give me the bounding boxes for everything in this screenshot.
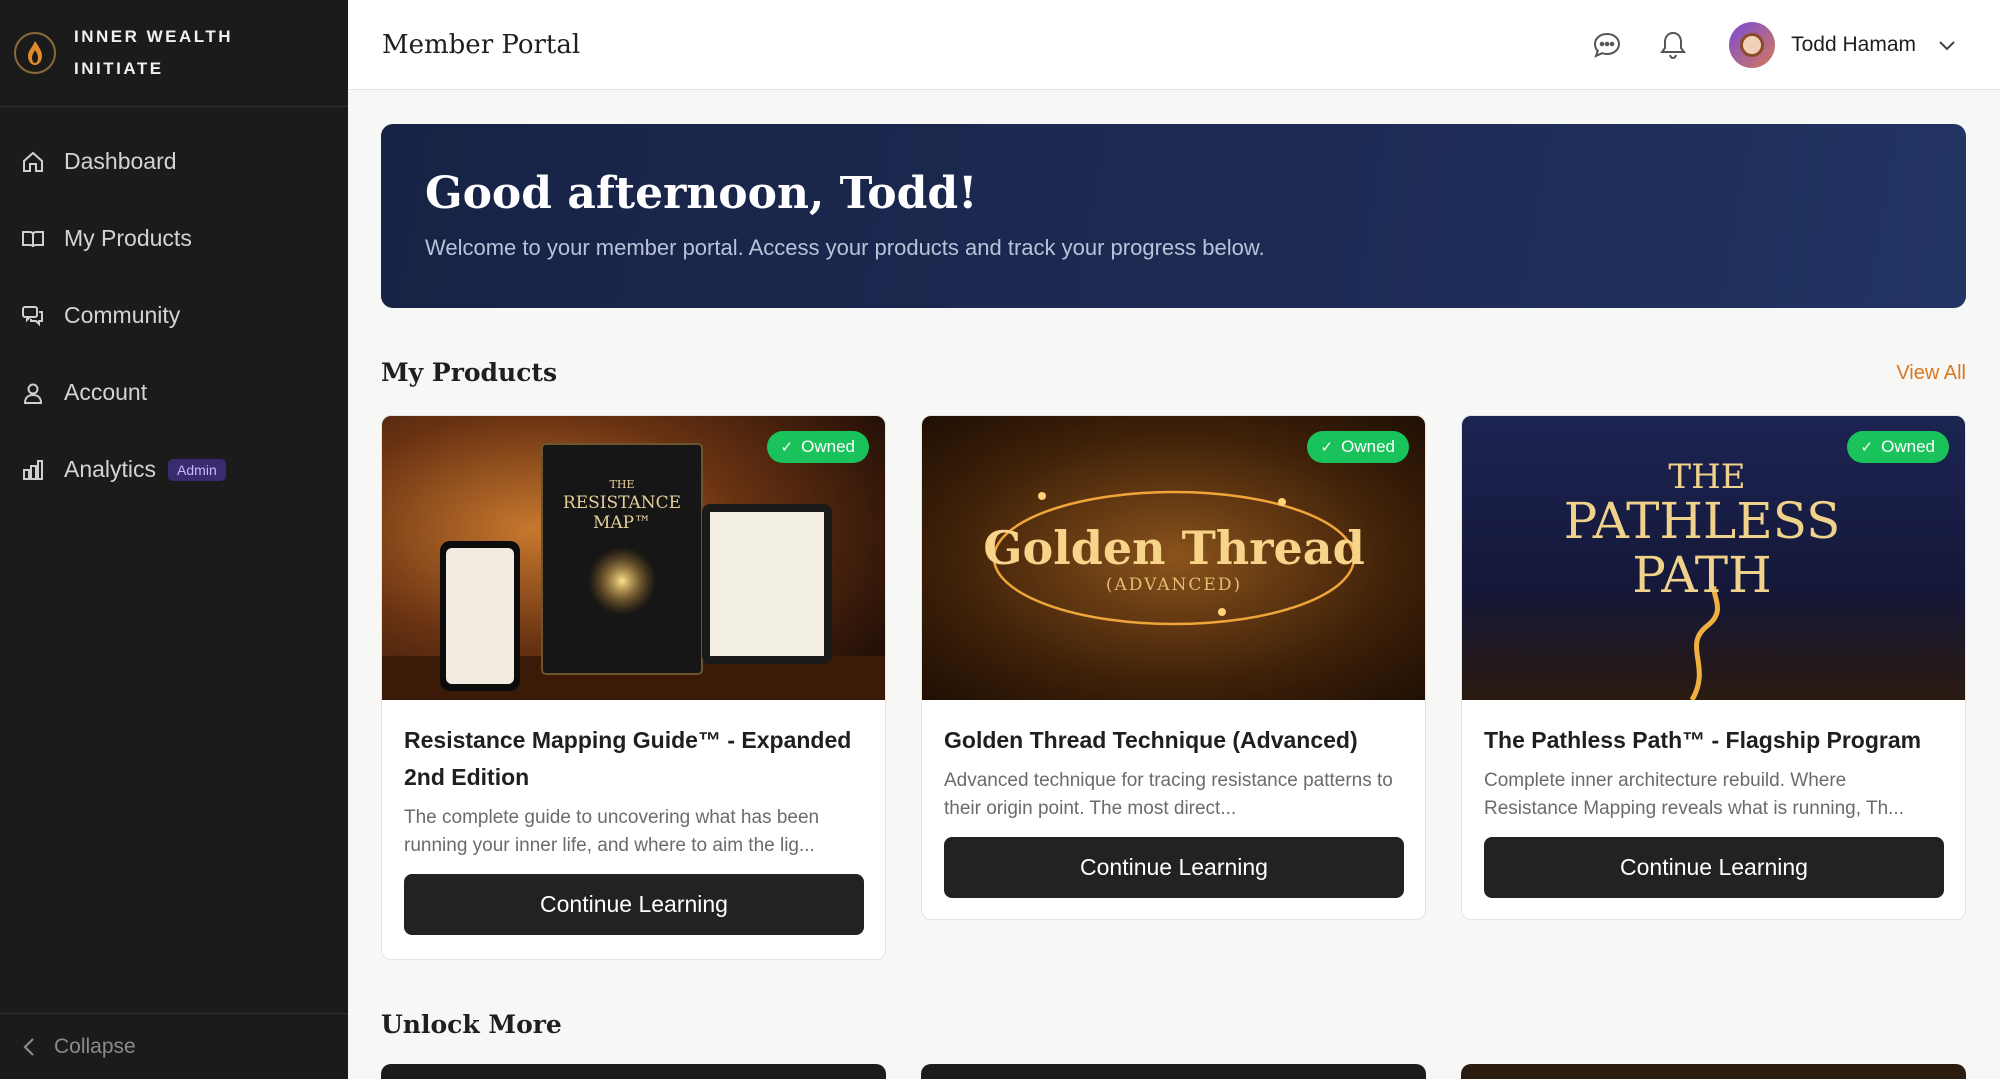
header-actions: Todd Hamam (1559, 0, 1956, 90)
message-icon[interactable] (1589, 27, 1625, 63)
chevron-left-icon (22, 1036, 36, 1058)
sidebar-item-dashboard[interactable]: Dashboard (0, 123, 348, 200)
sidebar-item-label: My Products (64, 225, 192, 251)
sidebar-item-label: Community (64, 302, 181, 328)
product-description: The complete guide to uncovering what ha… (404, 807, 820, 856)
sidebar-item-label: Analytics (64, 456, 157, 482)
check-icon: ✓ (1860, 439, 1874, 456)
brand-line-1: INNER WEALTH (74, 27, 234, 46)
image-text-the: THE (610, 478, 635, 491)
brand-line-2: INITIATE (74, 59, 164, 78)
image-text-golden-thread: Golden Thread (983, 521, 1364, 575)
unlock-card[interactable] (921, 1064, 1426, 1079)
image-text-resistance: RESISTANCE (563, 493, 681, 513)
flame-logo-icon (14, 32, 56, 74)
continue-learning-button[interactable]: Continue Learning (944, 837, 1404, 898)
brand[interactable]: INNER WEALTH INITIATE (0, 0, 348, 107)
product-title[interactable]: The Pathless Path™ - Flagship Program (1484, 722, 1943, 759)
image-text-advanced: (ADVANCED) (1106, 575, 1242, 595)
image-text-map: MAP™ (593, 513, 651, 533)
collapse-button[interactable]: Collapse (0, 1013, 348, 1079)
owned-label: Owned (1341, 437, 1395, 456)
product-card: Golden Thread (ADVANCED) ✓ Owned Golden T… (921, 415, 1426, 920)
product-description: Advanced technique for tracing resistanc… (944, 770, 1393, 819)
card-body: Golden Thread Technique (Advanced) Advan… (922, 700, 1425, 898)
sidebar: INNER WEALTH INITIATE Dashboard My Produ… (0, 0, 348, 1079)
page-title: Member Portal (382, 29, 581, 60)
chat-icon (20, 303, 46, 329)
book-icon (20, 226, 46, 252)
sidebar-item-my-products[interactable]: My Products (0, 200, 348, 277)
unlock-card[interactable] (1461, 1064, 1966, 1079)
view-all-link[interactable]: View All (1896, 362, 1966, 385)
owned-label: Owned (801, 437, 855, 456)
collapse-label: Collapse (54, 1034, 136, 1058)
owned-label: Owned (1881, 437, 1935, 456)
sidebar-item-label: Dashboard (64, 148, 177, 174)
chevron-down-icon[interactable] (1938, 39, 1956, 51)
top-header: Member Portal Todd Hamam (348, 0, 2000, 90)
home-icon (20, 149, 46, 175)
product-image[interactable]: Golden Thread (ADVANCED) ✓ Owned (922, 416, 1425, 700)
image-text-the: THE (1668, 457, 1745, 497)
sidebar-item-community[interactable]: Community (0, 277, 348, 354)
bar-chart-icon (20, 457, 46, 483)
avatar-face (1740, 33, 1765, 57)
welcome-subtitle: Welcome to your member portal. Access yo… (425, 235, 1265, 260)
brand-name: INNER WEALTH INITIATE (74, 21, 233, 85)
sidebar-item-account[interactable]: Account (0, 354, 348, 431)
card-body: The Pathless Path™ - Flagship Program Co… (1462, 700, 1965, 898)
sidebar-nav: Dashboard My Products Community Account … (0, 123, 348, 508)
welcome-banner: Good afternoon, Todd! Welcome to your me… (381, 124, 1966, 308)
owned-badge: ✓ Owned (766, 431, 869, 463)
my-products-heading: My Products (381, 358, 558, 387)
user-name[interactable]: Todd Hamam (1791, 33, 1916, 57)
product-title[interactable]: Golden Thread Technique (Advanced) (944, 722, 1403, 759)
welcome-title: Good afternoon, Todd! (425, 168, 978, 219)
continue-learning-button[interactable]: Continue Learning (404, 874, 864, 935)
sidebar-item-analytics[interactable]: Analytics Admin (0, 431, 348, 508)
unlock-card[interactable] (381, 1064, 886, 1079)
sidebar-item-label: Account (64, 379, 148, 405)
card-body: Resistance Mapping Guide™ - Expanded 2nd… (382, 700, 885, 935)
product-title[interactable]: Resistance Mapping Guide™ - Expanded 2nd… (404, 722, 863, 796)
product-description: Complete inner architecture rebuild. Whe… (1484, 770, 1904, 819)
image-text-path: PATH (1632, 546, 1771, 604)
image-text-pathless: PATHLESS (1564, 492, 1841, 550)
admin-badge: Admin (168, 458, 226, 481)
user-icon (20, 380, 46, 406)
avatar[interactable] (1729, 22, 1776, 68)
unlock-more-heading: Unlock More (381, 1010, 562, 1039)
product-card: THE RESISTANCE MAP™ ✓ Owned Resistance Ma… (381, 415, 886, 960)
product-card: THE PATHLESS PATH ✓ Owned The Pathless Pa… (1461, 415, 1966, 920)
check-icon: ✓ (780, 439, 794, 456)
continue-learning-button[interactable]: Continue Learning (1484, 837, 1944, 898)
bell-icon[interactable] (1655, 27, 1691, 63)
product-image[interactable]: THE PATHLESS PATH ✓ Owned (1462, 416, 1965, 700)
owned-badge: ✓ Owned (1846, 431, 1949, 463)
owned-badge: ✓ Owned (1306, 431, 1409, 463)
main-content: Good afternoon, Todd! Welcome to your me… (348, 90, 2000, 1079)
check-icon: ✓ (1320, 439, 1334, 456)
product-image[interactable]: THE RESISTANCE MAP™ ✓ Owned (382, 416, 885, 700)
